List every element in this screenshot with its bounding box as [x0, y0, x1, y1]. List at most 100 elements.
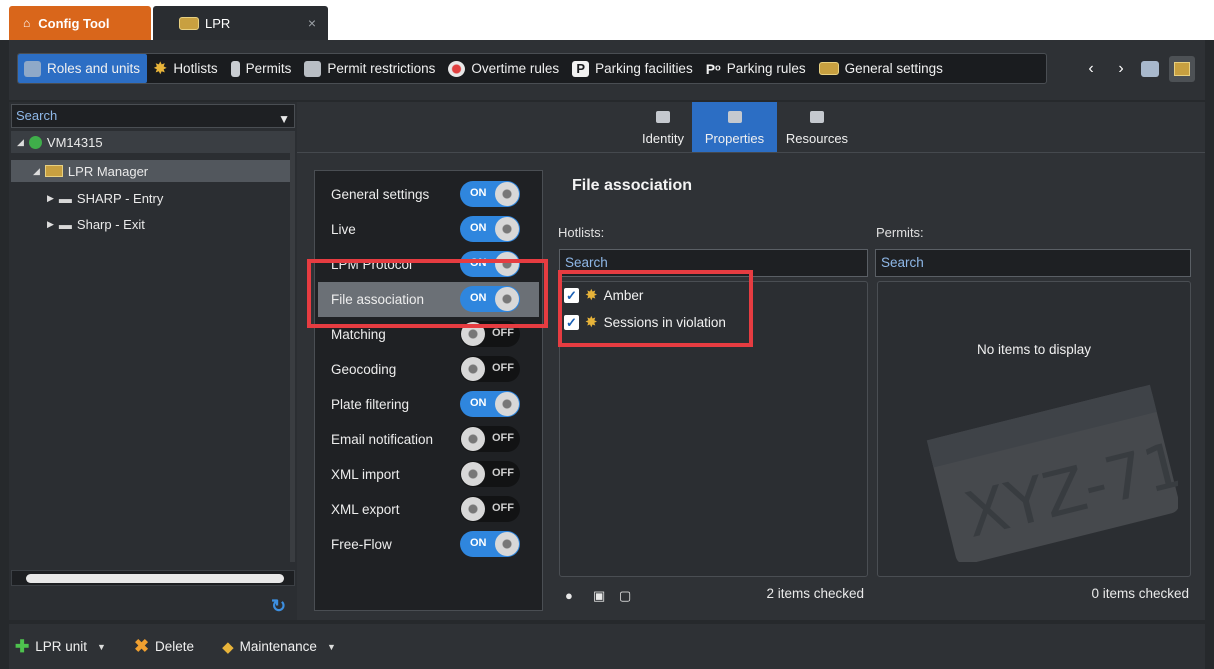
toggle-switch[interactable]: ON — [460, 216, 520, 242]
subtab-label: Properties — [704, 131, 765, 146]
page-tab-label: Parking rules — [726, 61, 806, 76]
subtab-identity[interactable]: Identity — [634, 102, 692, 152]
permits-search-input[interactable]: Search — [875, 249, 1191, 277]
permits-label: Permits: — [876, 225, 924, 240]
tree-item-vm14315[interactable]: ◢ VM14315 — [11, 131, 295, 153]
setting-file-association[interactable]: File association ON — [318, 282, 539, 317]
setting-label: Matching — [331, 327, 386, 342]
setting-matching[interactable]: Matching OFF — [315, 317, 542, 352]
tab-lpr-label: LPR — [205, 15, 231, 31]
collapsed-arrow-icon[interactable]: ▶ — [47, 193, 54, 204]
toggle-switch[interactable]: OFF — [460, 461, 520, 487]
delete-x-icon: ✖ — [133, 636, 150, 656]
expand-arrow-icon[interactable]: ◢ — [33, 166, 40, 177]
properties-icon — [727, 111, 742, 123]
chevron-right-icon[interactable]: › — [1111, 60, 1131, 78]
subtab-resources[interactable]: Resources — [777, 102, 857, 152]
maintenance-button[interactable]: ◆ Maintenance ▼ — [222, 638, 336, 656]
tree-item-sharp-exit[interactable]: ▶ ▬ Sharp - Exit — [11, 213, 145, 235]
uncheck-all-icon[interactable]: ▢ — [619, 588, 631, 604]
page-tab-roles-and-units[interactable]: Roles and units — [18, 54, 148, 83]
toggle-switch[interactable]: ON — [460, 286, 520, 312]
maintenance-icon: ◆ — [222, 638, 234, 656]
tree-item-sharp-entry[interactable]: ▶ ▬ SHARP - Entry — [11, 187, 163, 209]
filter-icon[interactable]: ▼ — [278, 108, 290, 130]
tab-lpr[interactable]: LPR × — [153, 6, 328, 40]
setting-xml-export[interactable]: XML export OFF — [315, 492, 542, 527]
toggle-switch[interactable]: OFF — [460, 356, 520, 382]
page-tab-parking-facilities[interactable]: P Parking facilities — [566, 54, 700, 83]
chevron-down-icon[interactable]: ▼ — [327, 642, 336, 652]
list-item[interactable]: ✓ ✸ Amber — [564, 286, 643, 304]
checkbox-checked[interactable]: ✓ — [564, 314, 579, 330]
hotlists-label: Hotlists: — [558, 225, 605, 240]
hotlists-list: ✓ ✸ Amber ✓ ✸ Sessions in violation — [559, 281, 868, 577]
identity-icon — [656, 111, 670, 123]
subtab-label: Identity — [642, 131, 684, 146]
delete-label: Delete — [155, 639, 195, 654]
chevron-down-icon[interactable]: ▼ — [97, 642, 106, 652]
setting-label: Plate filtering — [331, 397, 410, 412]
check-all-icon[interactable]: ▣ — [593, 588, 605, 604]
toggle-switch[interactable]: ON — [460, 181, 520, 207]
setting-email-notification[interactable]: Email notification OFF — [315, 422, 542, 457]
tab-config-tool[interactable]: ⌂ Config Tool — [9, 6, 151, 40]
expand-arrow-icon[interactable]: ◢ — [17, 137, 24, 148]
checkbox-checked[interactable]: ✓ — [564, 287, 579, 303]
camera-icon: ▬ — [58, 216, 72, 232]
page-tabs: Roles and units ✸ Hotlists Permits Permi… — [17, 53, 1047, 84]
permit-restriction-icon — [304, 60, 322, 77]
view-icon[interactable]: ● — [565, 588, 573, 603]
list-item[interactable]: ✓ ✸ Sessions in violation — [564, 313, 726, 331]
entity-subtabs: Identity Properties Resources — [634, 102, 857, 152]
resources-icon — [810, 111, 824, 123]
setting-geocoding[interactable]: Geocoding OFF — [315, 352, 542, 387]
page-tab-general-settings[interactable]: General settings — [813, 54, 950, 83]
toggle-switch[interactable]: OFF — [460, 321, 520, 347]
toggle-switch[interactable]: ON — [460, 251, 520, 277]
setting-xml-import[interactable]: XML import OFF — [315, 457, 542, 492]
setting-label: XML import — [331, 467, 400, 482]
setting-plate-filtering[interactable]: Plate filtering ON — [315, 387, 542, 422]
add-lpr-unit-button[interactable]: ✚ LPR unit ▼ — [15, 637, 106, 657]
page-tab-hotlists[interactable]: ✸ Hotlists — [147, 54, 225, 83]
delete-button[interactable]: ✖ Delete — [134, 636, 194, 657]
tools-icon[interactable] — [1141, 60, 1159, 77]
page-tab-parking-rules[interactable]: Pᵒ Parking rules — [700, 54, 813, 83]
hotlist-star-icon: ✸ — [153, 58, 168, 78]
page-tab-permit-restrictions[interactable]: Permit restrictions — [298, 54, 442, 83]
tree-item-label: SHARP - Entry — [76, 190, 164, 206]
lpr-settings-button[interactable] — [1169, 55, 1195, 82]
page-tab-label: Parking facilities — [595, 61, 693, 76]
chevron-left-icon[interactable]: ‹ — [1081, 60, 1101, 78]
lpr-manager-icon — [44, 165, 63, 177]
maintenance-label: Maintenance — [239, 639, 317, 654]
tree-item-lpr-manager[interactable]: ◢ LPR Manager — [11, 160, 295, 182]
refresh-icon[interactable]: ↻ — [271, 596, 286, 617]
toggle-switch[interactable]: ON — [460, 391, 520, 417]
subtab-properties[interactable]: Properties — [692, 102, 777, 152]
lpr-plate-icon — [1174, 61, 1190, 76]
hotlist-item-label: Amber — [603, 287, 644, 303]
close-tab-icon[interactable]: × — [308, 15, 316, 31]
hotlist-star-icon: ✸ — [585, 287, 598, 304]
tree-horizontal-scrollbar[interactable] — [11, 570, 295, 586]
setting-live[interactable]: Live ON — [315, 212, 542, 247]
scrollbar-thumb[interactable] — [26, 574, 284, 583]
tree-vertical-scrollbar[interactable] — [290, 132, 295, 562]
roles-units-icon — [24, 60, 41, 77]
tree-search-input[interactable]: Search ▼ — [11, 104, 295, 128]
setting-label: General settings — [331, 187, 430, 202]
toggle-switch[interactable]: OFF — [460, 496, 520, 522]
setting-general-settings[interactable]: General settings ON — [315, 177, 542, 212]
collapsed-arrow-icon[interactable]: ▶ — [47, 219, 54, 230]
page-tab-permits[interactable]: Permits — [225, 54, 299, 83]
setting-lpm-protocol[interactable]: LPM Protocol ON — [315, 247, 542, 282]
tree-item-label: LPR Manager — [67, 163, 149, 179]
toggle-switch[interactable]: ON — [460, 531, 520, 557]
toggle-switch[interactable]: OFF — [460, 426, 520, 452]
hotlists-search-input[interactable]: Search — [559, 249, 868, 277]
setting-free-flow[interactable]: Free-Flow ON — [315, 527, 542, 562]
hotlist-star-icon: ✸ — [585, 314, 598, 331]
page-tab-overtime-rules[interactable]: Overtime rules — [442, 54, 566, 83]
